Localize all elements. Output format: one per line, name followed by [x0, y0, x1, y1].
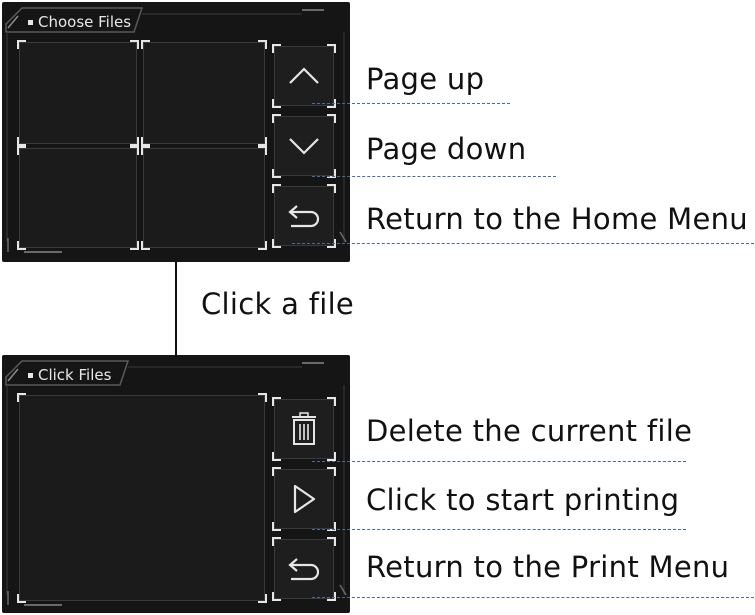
page-up-button[interactable] — [272, 44, 336, 108]
return-print-button[interactable] — [272, 537, 336, 601]
choose-files-screen: Choose Files — [2, 2, 350, 262]
leader-page-down — [312, 176, 556, 177]
click-files-screen: Click Files — [2, 355, 350, 613]
label-return-home: Return to the Home Menu — [366, 202, 748, 236]
chevron-down-icon — [289, 138, 319, 155]
start-printing-button[interactable] — [272, 467, 336, 531]
connector-line — [175, 262, 177, 355]
play-icon — [293, 484, 316, 514]
return-home-button[interactable] — [272, 184, 336, 248]
label-page-down: Page down — [366, 132, 527, 166]
leader-start-printing — [312, 529, 686, 530]
trash-icon — [292, 412, 316, 445]
delete-file-button[interactable] — [272, 397, 336, 461]
file-slot-1[interactable] — [17, 40, 139, 146]
label-return-print: Return to the Print Menu — [366, 550, 730, 584]
label-click-file: Click a file — [201, 287, 355, 321]
leader-page-up — [312, 103, 510, 104]
label-start-printing: Click to start printing — [366, 483, 680, 517]
label-delete-file: Delete the current file — [366, 414, 693, 448]
return-arrow-icon — [288, 558, 320, 581]
leader-delete-file — [312, 461, 686, 462]
page-down-button[interactable] — [272, 114, 336, 178]
file-slot-2[interactable] — [141, 40, 267, 146]
return-arrow-icon — [288, 205, 320, 228]
screen-title: Click Files — [28, 366, 111, 384]
screen-title: Choose Files — [28, 13, 131, 31]
leader-return-home — [292, 243, 754, 244]
chevron-up-icon — [289, 67, 319, 84]
leader-return-print — [312, 597, 754, 598]
file-slot-4[interactable] — [141, 146, 267, 250]
file-slot-3[interactable] — [17, 146, 139, 250]
file-preview — [17, 393, 267, 603]
label-page-up: Page up — [366, 62, 485, 96]
